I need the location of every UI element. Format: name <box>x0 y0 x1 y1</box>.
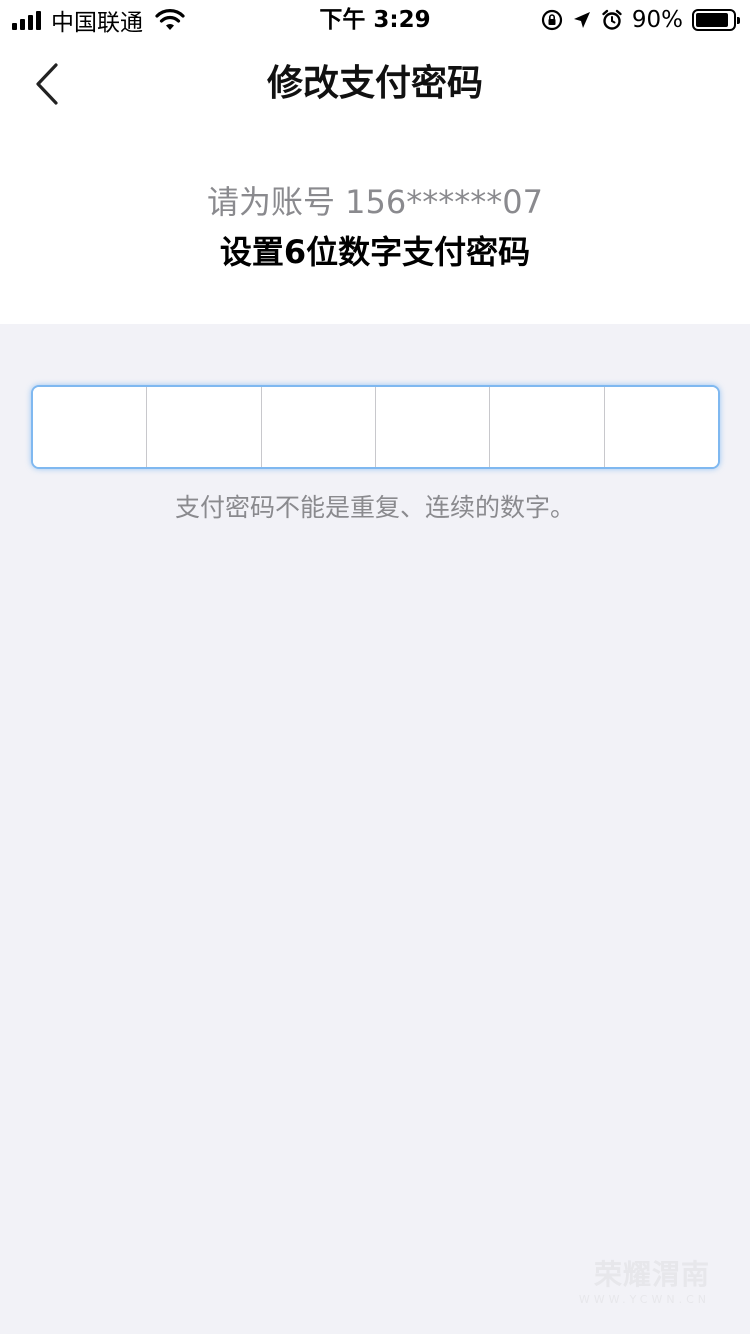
page: 中国联通 下午 3:29 90% 修改支付密码 请为账号 156******07… <box>0 0 750 1334</box>
pin-cell[interactable] <box>604 387 718 467</box>
status-right: 90% <box>541 6 740 34</box>
status-bar: 中国联通 下午 3:29 90% <box>0 0 750 40</box>
pin-cell[interactable] <box>147 387 262 467</box>
watermark: 荣耀渭南 WWW.YCWN.CN <box>579 1253 710 1306</box>
watermark-text: 荣耀渭南 <box>593 1258 710 1291</box>
pin-cell[interactable] <box>33 387 148 467</box>
alarm-icon <box>602 9 622 30</box>
battery-percent: 90% <box>631 7 683 33</box>
battery-fill <box>696 13 729 27</box>
pin-cell[interactable] <box>375 387 491 467</box>
watermark-url: WWW.YCWN.CN <box>578 1293 710 1306</box>
page-title: 修改支付密码 <box>266 63 483 104</box>
pin-hint: 支付密码不能是重复、连续的数字。 <box>174 493 575 522</box>
pin-cell[interactable] <box>261 387 376 467</box>
rotation-lock-icon <box>541 9 562 31</box>
location-icon <box>573 12 590 28</box>
nav-bar: 修改支付密码 <box>0 40 750 128</box>
pin-cell[interactable] <box>490 387 605 467</box>
battery-icon <box>692 9 740 31</box>
instruction-text: 设置6位数字支付密码 <box>219 233 531 271</box>
pin-input[interactable] <box>31 385 720 469</box>
account-prompt: 请为账号 156******07 <box>207 183 543 221</box>
